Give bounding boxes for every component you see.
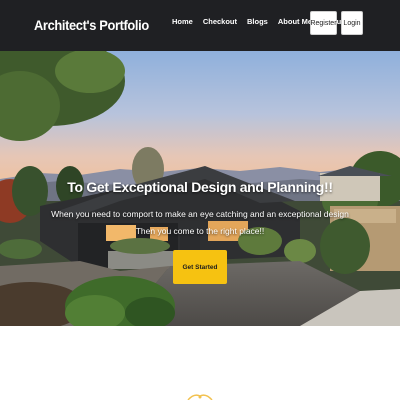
hero-subtitle-line1: When you need to comport to make an eye … [51,209,349,219]
nav-link-home[interactable]: Home [172,17,193,26]
navbar: Architect's Portfolio Home Checkout Blog… [0,0,400,51]
hero-subtitle-line2: Then you come to the right place!! [135,226,265,236]
get-started-button[interactable]: Get Started [173,250,227,284]
login-button[interactable]: Login [341,11,363,35]
nav-link-blogs[interactable]: Blogs [247,17,268,26]
register-button[interactable]: Register [310,11,337,35]
nav-link-checkout[interactable]: Checkout [203,17,237,26]
hero-section: To Get Exceptional Design and Planning!!… [0,51,400,326]
content-section [0,326,400,400]
peek-decorative-icon [187,394,213,400]
brand-logo[interactable]: Architect's Portfolio [34,17,149,33]
hero-title: To Get Exceptional Design and Planning!! [67,179,333,195]
nav-link-about-me[interactable]: About Me [278,17,312,26]
